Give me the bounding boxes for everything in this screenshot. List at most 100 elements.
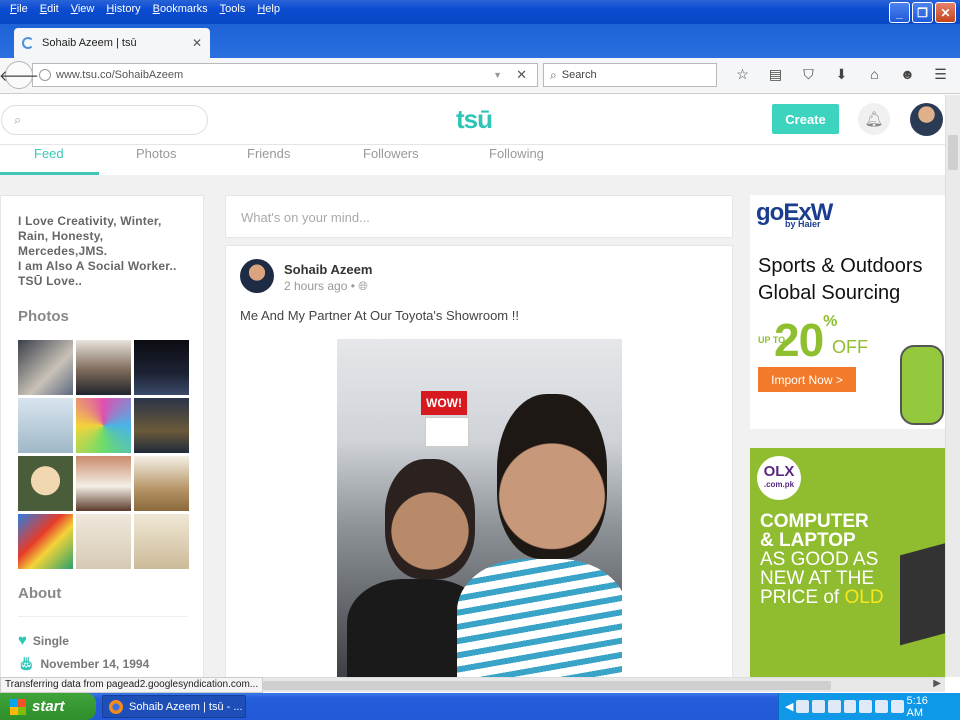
- site-search-input[interactable]: ⌕: [1, 105, 208, 135]
- tsu-logo[interactable]: tsū: [456, 104, 493, 135]
- web-page: ⌕ tsū Create 🔔︎ Feed Photos Friends Foll…: [0, 95, 945, 677]
- minimize-button[interactable]: _: [889, 2, 910, 23]
- scroll-right-icon[interactable]: ▶: [933, 678, 941, 689]
- url-dropdown-icon[interactable]: ▼: [493, 70, 502, 80]
- photo-thumbnail[interactable]: [76, 398, 131, 453]
- photo-thumbnail[interactable]: [18, 456, 73, 511]
- laptop-image: [900, 540, 945, 646]
- photos-heading[interactable]: Photos: [18, 308, 69, 325]
- photo-thumbnail[interactable]: [134, 514, 189, 569]
- browser-search-box[interactable]: ⌕ Search: [543, 63, 717, 87]
- person-right: [457, 559, 622, 677]
- menu-history[interactable]: History: [100, 3, 146, 15]
- clock[interactable]: 5:16 AM: [907, 695, 946, 719]
- olx-domain: .com.pk: [763, 480, 795, 489]
- bell-icon[interactable]: 🔔︎: [858, 103, 890, 135]
- photo-thumbnail[interactable]: [134, 398, 189, 453]
- tray-app-icon[interactable]: [875, 700, 888, 713]
- maximize-button[interactable]: ❐: [912, 2, 933, 23]
- url-text[interactable]: www.tsu.co/SohaibAzeem: [56, 69, 493, 81]
- ad-brand-sub: by Haier: [785, 219, 821, 229]
- photo-thumbnail[interactable]: [18, 514, 73, 569]
- url-bar[interactable]: www.tsu.co/SohaibAzeem ▼ ✕: [32, 63, 538, 87]
- vertical-scrollbar[interactable]: [945, 95, 960, 677]
- reading-list-icon[interactable]: ▤: [759, 66, 792, 83]
- cake-icon: 🎂︎: [18, 656, 35, 671]
- tab-following[interactable]: Following: [489, 146, 544, 161]
- firefox-icon: [109, 699, 123, 714]
- olx-logo: OLX .com.pk: [757, 456, 801, 500]
- menu-bookmarks[interactable]: Bookmarks: [147, 3, 214, 15]
- close-tab-icon[interactable]: ✕: [192, 36, 202, 50]
- advertisement-olx[interactable]: OLX .com.pk COMPUTER & LAPTOP AS GOOD AS…: [750, 448, 945, 677]
- tab-followers[interactable]: Followers: [363, 146, 419, 161]
- home-icon[interactable]: ⌂: [858, 66, 891, 83]
- download-icon[interactable]: ⬇: [825, 66, 858, 83]
- face-right: [497, 394, 607, 559]
- create-button[interactable]: Create: [772, 104, 839, 134]
- ad-off: OFF: [832, 337, 868, 357]
- menu-view[interactable]: View: [65, 3, 101, 15]
- post-composer[interactable]: What's on your mind...: [225, 195, 733, 238]
- photo-thumbnail[interactable]: [76, 340, 131, 395]
- ad-line: COMPUTER: [760, 511, 869, 532]
- menu-bar: File Edit View History Bookmarks Tools H…: [0, 0, 960, 24]
- tab-friends[interactable]: Friends: [247, 146, 290, 161]
- close-window-button[interactable]: ✕: [935, 2, 956, 23]
- photo-thumbnail[interactable]: [76, 514, 131, 569]
- tray-expand-icon[interactable]: ◀: [785, 700, 793, 713]
- photo-thumbnail[interactable]: [134, 340, 189, 395]
- photo-thumbnail[interactable]: [134, 456, 189, 511]
- pocket-icon[interactable]: ⛉: [792, 66, 825, 83]
- bio-line: Rain, Honesty,: [18, 229, 104, 243]
- tray-app-icon[interactable]: [827, 700, 841, 713]
- back-button[interactable]: 🡐: [0, 61, 39, 89]
- ad-line: PRICE of OLD: [760, 588, 920, 607]
- bio-line: I am Also A Social Worker..: [18, 259, 177, 273]
- taskbar-window-button[interactable]: Sohaib Azeem | tsū - ...: [102, 695, 246, 718]
- menu-tools[interactable]: Tools: [214, 3, 252, 15]
- tray-app-icon[interactable]: [812, 700, 825, 713]
- relationship-status: ♥ Single: [18, 632, 69, 649]
- ad-line: AS GOOD AS: [760, 549, 879, 570]
- emoji-icon[interactable]: ☻: [891, 66, 924, 83]
- feed-post: Sohaib Azeem 2 hours ago • 🌐︎ Me And My …: [225, 245, 733, 677]
- scroll-thumb[interactable]: [948, 135, 958, 170]
- menu-items: File Edit View History Bookmarks Tools H…: [4, 3, 286, 15]
- search-placeholder: Search: [561, 69, 597, 81]
- search-icon: ⌕: [550, 67, 557, 82]
- site-header: ⌕ tsū Create 🔔︎: [0, 95, 945, 145]
- tab-strip: Sohaib Azeem | tsū ✕ +: [0, 24, 960, 72]
- loading-spinner-icon: [22, 37, 34, 49]
- bookmark-star-icon[interactable]: ☆: [726, 66, 759, 83]
- photo-thumbnail[interactable]: [18, 340, 73, 395]
- photo-thumbnail[interactable]: [76, 456, 131, 511]
- post-photo[interactable]: WOW!: [337, 339, 622, 677]
- tray-app-icon[interactable]: [796, 700, 810, 713]
- menu-edit[interactable]: Edit: [34, 3, 65, 15]
- photo-thumbnail[interactable]: [18, 398, 73, 453]
- ad-line-highlight: OLD: [844, 587, 884, 608]
- tab-feed[interactable]: Feed: [34, 146, 64, 161]
- tray-app-icon[interactable]: [859, 700, 873, 713]
- ad-line-text: PRICE of: [760, 587, 840, 608]
- avatar[interactable]: [910, 103, 943, 136]
- ad-percent-sign: %: [823, 313, 837, 330]
- tray-network-icon[interactable]: [890, 700, 904, 713]
- post-author[interactable]: Sohaib Azeem: [284, 262, 372, 277]
- ad-percent-number: 20: [774, 314, 824, 366]
- advertisement-goexw[interactable]: goExW by Haier Sports & Outdoors Global …: [750, 195, 945, 429]
- browser-tab[interactable]: Sohaib Azeem | tsū ✕: [14, 28, 210, 58]
- status-message: Transferring data from pagead2.googlesyn…: [0, 677, 264, 693]
- tab-photos[interactable]: Photos: [136, 146, 176, 161]
- avatar[interactable]: [240, 259, 274, 293]
- taskbar-window-title: Sohaib Azeem | tsū - ...: [129, 700, 243, 713]
- menu-icon[interactable]: ☰: [924, 66, 957, 83]
- start-button[interactable]: start: [0, 693, 96, 720]
- tray-app-icon[interactable]: [843, 700, 857, 713]
- menu-help[interactable]: Help: [251, 3, 286, 15]
- import-now-button[interactable]: Import Now >: [758, 367, 856, 392]
- stop-icon[interactable]: ✕: [516, 67, 527, 83]
- scroll-thumb[interactable]: [263, 681, 831, 690]
- menu-file[interactable]: File: [4, 3, 34, 15]
